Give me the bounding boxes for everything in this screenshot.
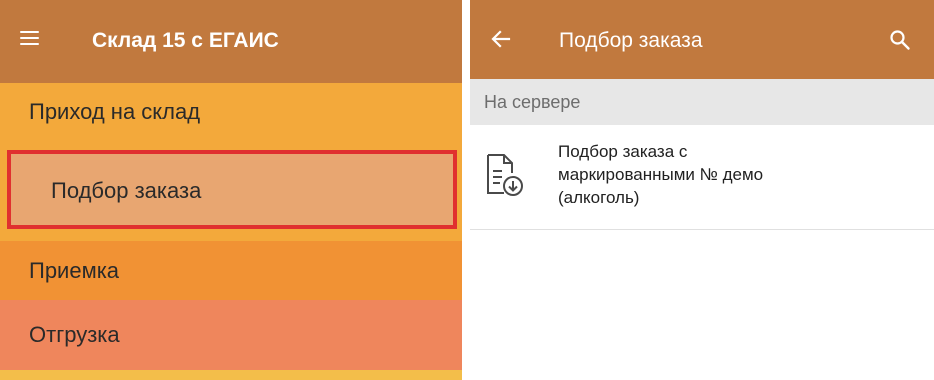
- menu-item-otgruzka[interactable]: Отгрузка: [0, 300, 462, 370]
- app-toolbar: Склад 15 с ЕГАИС: [0, 0, 462, 83]
- menu-item-label: Отгрузка: [29, 322, 120, 347]
- section-header: На сервере: [470, 79, 934, 125]
- next-menu-item-edge[interactable]: [0, 370, 462, 380]
- search-icon[interactable]: [889, 29, 911, 51]
- right-screen: Подбор заказа На сервере Подбор заказа с: [470, 0, 934, 380]
- menu-item-label: Приемка: [29, 257, 120, 283]
- arrow-left-icon[interactable]: [490, 28, 512, 50]
- app-title: Склад 15 с ЕГАИС: [92, 29, 279, 52]
- screen-toolbar: Подбор заказа: [470, 0, 934, 79]
- menu-item-label: Подбор заказа: [51, 177, 202, 203]
- menu-item-prihod[interactable]: Приход на склад: [0, 83, 462, 140]
- document-list-item[interactable]: Подбор заказа с маркированными № демо (а…: [470, 125, 934, 230]
- document-title: Подбор заказа с маркированными № демо (а…: [558, 142, 764, 207]
- left-screen: Склад 15 с ЕГАИС Приход на склад Подбор …: [0, 0, 462, 380]
- document-download-icon: [486, 153, 524, 203]
- menu-item-label: Приход на склад: [29, 98, 201, 124]
- menu-item-podbor-zakaza[interactable]: Подбор заказа: [0, 140, 462, 241]
- section-header-label: На сервере: [484, 91, 581, 112]
- hamburger-menu-icon[interactable]: [20, 31, 39, 45]
- screen-title: Подбор заказа: [559, 29, 703, 52]
- menu-item-priemka[interactable]: Приемка: [0, 241, 462, 300]
